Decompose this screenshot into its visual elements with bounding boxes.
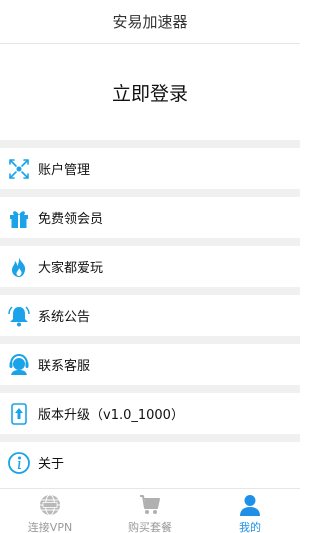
menu-item-customer-service[interactable]: 联系客服 [0, 336, 300, 385]
upgrade-icon [2, 393, 36, 434]
menu-item-announcement[interactable]: 系统公告 [0, 287, 300, 336]
info-icon [2, 442, 36, 483]
menu-item-popular-games[interactable]: 大家都爱玩 [0, 238, 300, 287]
menu-item-upgrade[interactable]: 版本升级（v1.0_1000） [0, 385, 300, 434]
menu-item-label: 联系客服 [38, 359, 91, 374]
menu-item-label: 免费领会员 [38, 212, 104, 227]
menu-item-about[interactable]: 关于 [0, 434, 300, 483]
account-arrows-icon [2, 148, 36, 189]
menu-list: 账户管理 免费领会员 大家都爱玩 系统公告 联系客服 版本升级（v1.0_100… [0, 140, 300, 483]
tab-label: 我的 [239, 521, 261, 533]
bottom-tab-bar: 连接VPN 购买套餐 我的 [0, 488, 300, 533]
tab-mine[interactable]: 我的 [200, 489, 300, 533]
cart-icon [137, 493, 163, 517]
menu-item-account[interactable]: 账户管理 [0, 140, 300, 189]
tab-label: 购买套餐 [128, 521, 172, 533]
app-header: 安易加速器 [0, 0, 300, 44]
menu-item-label: 大家都爱玩 [38, 261, 104, 276]
menu-item-free-vip[interactable]: 免费领会员 [0, 189, 300, 238]
tab-buy-package[interactable]: 购买套餐 [100, 489, 200, 533]
menu-item-label: 账户管理 [38, 163, 91, 178]
globe-icon [37, 493, 63, 517]
headset-icon [2, 344, 36, 385]
tab-connect-vpn[interactable]: 连接VPN [0, 489, 100, 533]
login-button[interactable]: 立即登录 [112, 79, 188, 106]
menu-item-label: 关于 [38, 457, 65, 472]
tab-label: 连接VPN [27, 521, 73, 533]
fire-icon [2, 246, 36, 287]
user-icon [237, 493, 263, 517]
gift-icon [2, 197, 36, 238]
bell-icon [2, 295, 36, 336]
menu-item-label: 版本升级（v1.0_1000） [38, 408, 184, 423]
login-area[interactable]: 立即登录 [0, 45, 300, 140]
menu-item-label: 系统公告 [38, 310, 91, 325]
page-title: 安易加速器 [112, 13, 188, 31]
